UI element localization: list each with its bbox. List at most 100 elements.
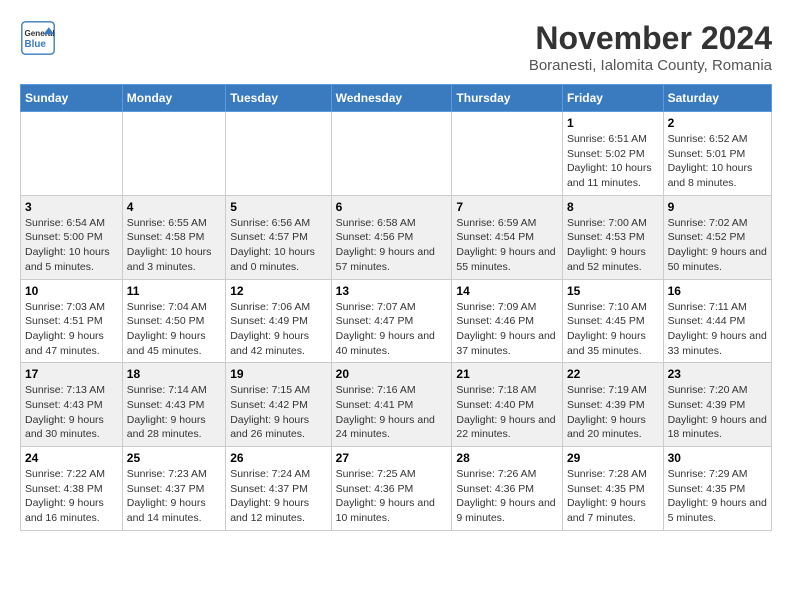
subtitle: Boranesti, Ialomita County, Romania: [529, 57, 772, 74]
calendar-cell: 13 Sunrise: 7:07 AM Sunset: 4:47 PM Dayli…: [331, 279, 452, 363]
calendar-cell: [122, 112, 225, 196]
day-info: Sunrise: 7:28 AM Sunset: 4:35 PM Dayligh…: [567, 467, 659, 526]
day-info: Sunrise: 7:13 AM Sunset: 4:43 PM Dayligh…: [25, 383, 118, 442]
col-tuesday: Tuesday: [226, 85, 331, 112]
day-info: Sunrise: 6:56 AM Sunset: 4:57 PM Dayligh…: [230, 216, 326, 275]
day-info: Sunrise: 7:26 AM Sunset: 4:36 PM Dayligh…: [456, 467, 558, 526]
logo-icon: General Blue: [20, 20, 56, 56]
day-info: Sunrise: 7:00 AM Sunset: 4:53 PM Dayligh…: [567, 216, 659, 275]
day-number: 17: [25, 367, 118, 381]
day-number: 18: [127, 367, 221, 381]
day-number: 2: [668, 116, 767, 130]
day-info: Sunrise: 7:09 AM Sunset: 4:46 PM Dayligh…: [456, 300, 558, 359]
day-info: Sunrise: 7:02 AM Sunset: 4:52 PM Dayligh…: [668, 216, 767, 275]
calendar-cell: 15Sunrise: 7:10 AM Sunset: 4:45 PM Dayli…: [562, 279, 663, 363]
day-number: 24: [25, 451, 118, 465]
calendar-cell: 4 Sunrise: 6:55 AM Sunset: 4:58 PM Daylig…: [122, 195, 225, 279]
day-info: Sunrise: 7:25 AM Sunset: 4:36 PM Dayligh…: [336, 467, 448, 526]
day-info: Sunrise: 7:16 AM Sunset: 4:41 PM Dayligh…: [336, 383, 448, 442]
page-header: General Blue November 2024 Boranesti, Ia…: [20, 20, 772, 74]
calendar-cell: 19Sunrise: 7:15 AM Sunset: 4:42 PM Dayli…: [226, 363, 331, 447]
col-monday: Monday: [122, 85, 225, 112]
day-number: 9: [668, 200, 767, 214]
day-number: 10: [25, 284, 118, 298]
calendar-cell: 21 Sunrise: 7:18 AM Sunset: 4:40 PM Dayli…: [452, 363, 563, 447]
calendar-cell: [21, 112, 123, 196]
day-number: 28: [456, 451, 558, 465]
day-info: Sunrise: 6:51 AM Sunset: 5:02 PM Dayligh…: [567, 132, 659, 191]
day-info: Sunrise: 7:22 AM Sunset: 4:38 PM Dayligh…: [25, 467, 118, 526]
day-info: Sunrise: 7:23 AM Sunset: 4:37 PM Dayligh…: [127, 467, 221, 526]
day-number: 27: [336, 451, 448, 465]
calendar-cell: 18 Sunrise: 7:14 AM Sunset: 4:43 PM Dayli…: [122, 363, 225, 447]
day-number: 13: [336, 284, 448, 298]
day-info: Sunrise: 7:10 AM Sunset: 4:45 PM Dayligh…: [567, 300, 659, 359]
day-info: Sunrise: 6:52 AM Sunset: 5:01 PM Dayligh…: [668, 132, 767, 191]
day-info: Sunrise: 6:59 AM Sunset: 4:54 PM Dayligh…: [456, 216, 558, 275]
day-number: 21: [456, 367, 558, 381]
day-info: Sunrise: 7:18 AM Sunset: 4:40 PM Dayligh…: [456, 383, 558, 442]
day-number: 8: [567, 200, 659, 214]
calendar-week-3: 17 Sunrise: 7:13 AM Sunset: 4:43 PM Dayli…: [21, 363, 772, 447]
day-number: 25: [127, 451, 221, 465]
calendar-cell: [226, 112, 331, 196]
day-number: 23: [668, 367, 767, 381]
calendar-cell: 12 Sunrise: 7:06 AM Sunset: 4:49 PM Dayli…: [226, 279, 331, 363]
calendar-cell: 24 Sunrise: 7:22 AM Sunset: 4:38 PM Dayli…: [21, 447, 123, 531]
calendar-table: Sunday Monday Tuesday Wednesday Thursday…: [20, 84, 772, 531]
day-number: 16: [668, 284, 767, 298]
day-info: Sunrise: 7:06 AM Sunset: 4:49 PM Dayligh…: [230, 300, 326, 359]
day-number: 5: [230, 200, 326, 214]
col-wednesday: Wednesday: [331, 85, 452, 112]
day-number: 19: [230, 367, 326, 381]
day-number: 6: [336, 200, 448, 214]
day-info: Sunrise: 7:03 AM Sunset: 4:51 PM Dayligh…: [25, 300, 118, 359]
calendar-cell: [331, 112, 452, 196]
calendar-cell: 17 Sunrise: 7:13 AM Sunset: 4:43 PM Dayli…: [21, 363, 123, 447]
day-number: 4: [127, 200, 221, 214]
main-title: November 2024: [529, 20, 772, 57]
calendar-cell: 23 Sunrise: 7:20 AM Sunset: 4:39 PM Dayli…: [663, 363, 771, 447]
day-info: Sunrise: 7:20 AM Sunset: 4:39 PM Dayligh…: [668, 383, 767, 442]
calendar-cell: 25 Sunrise: 7:23 AM Sunset: 4:37 PM Dayli…: [122, 447, 225, 531]
day-number: 30: [668, 451, 767, 465]
logo: General Blue: [20, 20, 56, 56]
day-info: Sunrise: 6:54 AM Sunset: 5:00 PM Dayligh…: [25, 216, 118, 275]
calendar-cell: 3Sunrise: 6:54 AM Sunset: 5:00 PM Daylig…: [21, 195, 123, 279]
day-number: 7: [456, 200, 558, 214]
day-number: 26: [230, 451, 326, 465]
calendar-cell: 9 Sunrise: 7:02 AM Sunset: 4:52 PM Daylig…: [663, 195, 771, 279]
day-info: Sunrise: 6:55 AM Sunset: 4:58 PM Dayligh…: [127, 216, 221, 275]
calendar-body: 1 Sunrise: 6:51 AM Sunset: 5:02 PM Daylig…: [21, 112, 772, 531]
calendar-cell: 2 Sunrise: 6:52 AM Sunset: 5:01 PM Daylig…: [663, 112, 771, 196]
calendar-week-0: 1 Sunrise: 6:51 AM Sunset: 5:02 PM Daylig…: [21, 112, 772, 196]
day-number: 1: [567, 116, 659, 130]
calendar-cell: 14Sunrise: 7:09 AM Sunset: 4:46 PM Dayli…: [452, 279, 563, 363]
day-info: Sunrise: 7:29 AM Sunset: 4:35 PM Dayligh…: [668, 467, 767, 526]
day-number: 29: [567, 451, 659, 465]
day-info: Sunrise: 7:19 AM Sunset: 4:39 PM Dayligh…: [567, 383, 659, 442]
col-saturday: Saturday: [663, 85, 771, 112]
svg-text:Blue: Blue: [25, 39, 47, 50]
calendar-cell: 7 Sunrise: 6:59 AM Sunset: 4:54 PM Daylig…: [452, 195, 563, 279]
calendar-cell: 8 Sunrise: 7:00 AM Sunset: 4:53 PM Daylig…: [562, 195, 663, 279]
calendar-cell: 6Sunrise: 6:58 AM Sunset: 4:56 PM Daylig…: [331, 195, 452, 279]
calendar-header: Sunday Monday Tuesday Wednesday Thursday…: [21, 85, 772, 112]
col-thursday: Thursday: [452, 85, 563, 112]
calendar-cell: 29 Sunrise: 7:28 AM Sunset: 4:35 PM Dayli…: [562, 447, 663, 531]
day-info: Sunrise: 7:07 AM Sunset: 4:47 PM Dayligh…: [336, 300, 448, 359]
header-row: Sunday Monday Tuesday Wednesday Thursday…: [21, 85, 772, 112]
day-info: Sunrise: 7:14 AM Sunset: 4:43 PM Dayligh…: [127, 383, 221, 442]
col-friday: Friday: [562, 85, 663, 112]
calendar-cell: 26Sunrise: 7:24 AM Sunset: 4:37 PM Dayli…: [226, 447, 331, 531]
calendar-week-2: 10 Sunrise: 7:03 AM Sunset: 4:51 PM Dayli…: [21, 279, 772, 363]
day-info: Sunrise: 7:11 AM Sunset: 4:44 PM Dayligh…: [668, 300, 767, 359]
day-info: Sunrise: 7:04 AM Sunset: 4:50 PM Dayligh…: [127, 300, 221, 359]
title-section: November 2024 Boranesti, Ialomita County…: [529, 20, 772, 74]
day-number: 12: [230, 284, 326, 298]
day-number: 22: [567, 367, 659, 381]
calendar-week-1: 3Sunrise: 6:54 AM Sunset: 5:00 PM Daylig…: [21, 195, 772, 279]
calendar-cell: 28 Sunrise: 7:26 AM Sunset: 4:36 PM Dayli…: [452, 447, 563, 531]
day-number: 11: [127, 284, 221, 298]
day-number: 20: [336, 367, 448, 381]
